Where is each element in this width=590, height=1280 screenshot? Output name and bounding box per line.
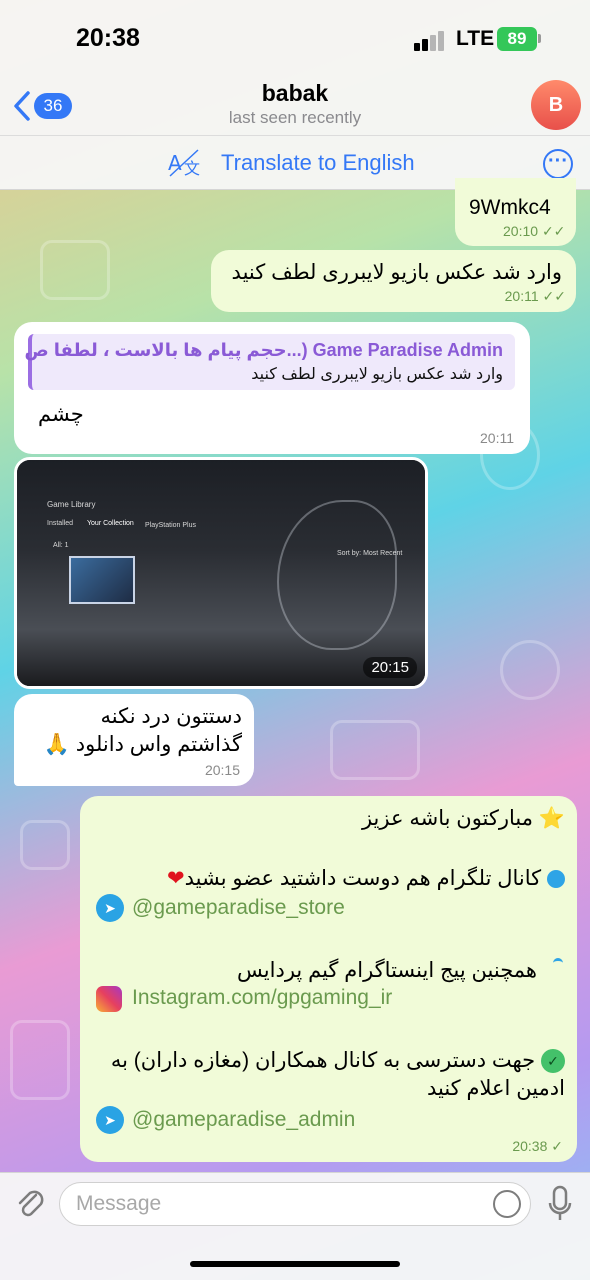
- blue-dot-icon: [547, 870, 565, 889]
- message-time: 20:38 ✓: [512, 1138, 563, 1155]
- photo-message[interactable]: Game Library Installed Your Collection P…: [14, 457, 428, 689]
- background-doodle: [500, 640, 560, 700]
- message-text: دستتون درد نکنه: [100, 705, 242, 728]
- message-bubble-incoming[interactable]: Game Paradise Admin (...حجم پیام ها بالا…: [14, 322, 530, 454]
- message-text: ادمین اعلام کنید: [426, 1077, 565, 1100]
- game-tile-image: [69, 556, 135, 604]
- message-bubble-outgoing[interactable]: وارد شد عکس بازیو لایبرری لطف کنید 20:11…: [211, 250, 576, 312]
- message-line: جهت دسترسی به کانال همکاران (مغازه داران…: [110, 1049, 536, 1072]
- message-timestamp: 20:11: [480, 430, 514, 446]
- instagram-icon: [96, 986, 122, 1012]
- photo-content: Game Library Installed Your Collection P…: [17, 460, 425, 686]
- message-timestamp: 20:10: [503, 223, 539, 239]
- svg-text:文: 文: [184, 159, 200, 178]
- message-bubble-outgoing[interactable]: 9Wmkc4 20:10 ✓✓: [455, 178, 576, 246]
- message-time: 20:10 ✓✓: [503, 223, 565, 240]
- photo-caption-tab: Your Collection: [87, 520, 134, 527]
- check-icon: ✓: [541, 1049, 565, 1074]
- top-bar: 20:38 LTE 89 36 babak last seen recently…: [0, 0, 590, 190]
- star-icon: ⭐: [538, 807, 565, 830]
- last-seen-status: last seen recently: [228, 108, 362, 127]
- spinner-icon: [553, 958, 563, 968]
- photo-timestamp: 20:15: [363, 657, 417, 678]
- message-text: چشم: [38, 403, 84, 426]
- home-indicator: [190, 1261, 400, 1267]
- status-time: 20:38: [76, 24, 140, 52]
- message-bubble-outgoing[interactable]: ⭐ مبارکتون باشه عزیز کانال تلگرام هم دوس…: [80, 796, 577, 1162]
- message-text: وارد شد عکس بازیو لایبرری لطف کنید: [231, 261, 562, 284]
- photo-swirl: [277, 500, 397, 650]
- telegram-icon: ➤: [96, 1106, 124, 1134]
- telegram-link-admin[interactable]: @gameparadise_admin: [132, 1108, 355, 1132]
- reply-sender: Game Paradise Admin (...حجم پیام ها بالا…: [24, 340, 503, 360]
- battery-icon: 89: [497, 27, 537, 51]
- message-input[interactable]: [59, 1182, 531, 1226]
- translate-button[interactable]: Translate to English: [221, 150, 415, 176]
- reply-quote[interactable]: Game Paradise Admin (...حجم پیام ها بالا…: [24, 334, 515, 390]
- read-receipt-icon: ✓✓: [541, 223, 566, 239]
- photo-caption-tab: PlayStation Plus: [145, 522, 196, 529]
- background-doodle: [330, 720, 420, 780]
- paperclip-icon[interactable]: [14, 1185, 46, 1221]
- sticker-icon[interactable]: [493, 1190, 521, 1218]
- read-receipt-icon: ✓✓: [542, 288, 566, 304]
- avatar[interactable]: B: [531, 80, 581, 130]
- status-bar: 20:38 LTE 89: [0, 0, 590, 78]
- message-timestamp: 20:38: [512, 1138, 548, 1154]
- chat-title[interactable]: babak: [0, 80, 590, 107]
- instagram-link[interactable]: Instagram.com/gpgaming_ir: [132, 986, 392, 1010]
- photo-caption-tab: Installed: [47, 520, 74, 527]
- message-line: مبارکتون باشه عزیز: [361, 807, 533, 830]
- heart-icon: ❤: [167, 867, 185, 890]
- message-text: گذاشتم واس دانلود 🙏: [43, 733, 242, 756]
- message-timestamp: 20:11: [504, 288, 539, 304]
- telegram-link-store[interactable]: @gameparadise_store: [132, 896, 345, 920]
- message-text: کانال تلگرام هم دوست داشتید عضو بشید❤: [167, 866, 565, 891]
- microphone-icon[interactable]: [548, 1185, 572, 1223]
- background-doodle: [10, 1020, 70, 1100]
- signal-icon: [414, 31, 446, 51]
- telegram-icon: ➤: [96, 894, 124, 922]
- more-icon[interactable]: ···: [543, 149, 573, 179]
- reply-text: وارد شد عکس بازیو لایبرری لطف کنید: [251, 366, 503, 383]
- photo-caption-count: All: 1: [53, 542, 69, 549]
- translate-icon: A 文: [168, 149, 200, 178]
- message-text: ✓ جهت دسترسی به کانال همکاران (مغازه دار…: [110, 1048, 565, 1074]
- chat-header: 36 babak last seen recently B: [0, 78, 590, 134]
- battery-tip: [538, 34, 541, 43]
- message-time: 20:11 ✓✓: [505, 288, 566, 305]
- message-timestamp: 20:15: [204, 762, 240, 778]
- message-bubble-incoming[interactable]: دستتون درد نکنه گذاشتم واس دانلود 🙏 20:1…: [14, 694, 254, 786]
- message-line: کانال تلگرام هم دوست داشتید عضو بشید: [184, 867, 542, 890]
- network-type: LTE: [456, 27, 495, 50]
- message-text: همچنین پیج اینستاگرام گیم پردایس: [237, 959, 537, 982]
- message-text: ⭐ مبارکتون باشه عزیز: [362, 806, 565, 831]
- sent-receipt-icon: ✓: [551, 1138, 563, 1154]
- background-doodle: [40, 240, 110, 300]
- background-doodle: [20, 820, 70, 870]
- photo-caption-title: Game Library: [47, 500, 96, 509]
- message-text: 9Wmkc4: [469, 196, 551, 219]
